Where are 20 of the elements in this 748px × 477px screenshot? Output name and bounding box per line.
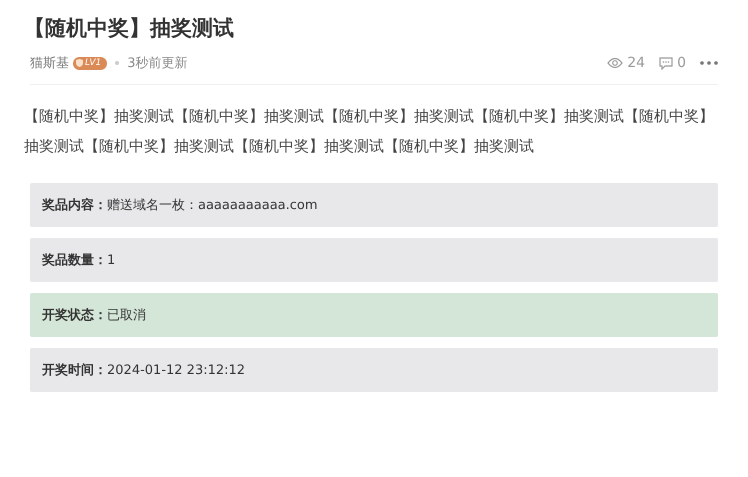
info-label: 开奖状态： xyxy=(42,308,107,323)
info-value: 1 xyxy=(107,253,116,268)
separator-dot xyxy=(115,61,120,65)
post-title: 【随机中奖】抽奖测试 xyxy=(24,15,235,42)
level-badge: LV1 xyxy=(73,56,108,70)
info-label: 奖品数量： xyxy=(42,253,107,268)
info-value: 赠送域名一枚：aaaaaaaaaaa.com xyxy=(107,198,318,213)
comments-count[interactable]: 0 xyxy=(659,55,686,71)
eye-icon xyxy=(607,57,624,69)
views-count: 24 xyxy=(607,55,646,71)
info-label: 奖品内容： xyxy=(42,198,107,213)
post-body: 【随机中奖】抽奖测试【随机中奖】抽奖测试【随机中奖】抽奖测试【随机中奖】抽奖测试【随机中奖】抽奖测试【随机中奖】抽奖测试【随机中奖】抽奖测试【随机中奖】抽奖测试 xyxy=(24,106,715,157)
info-label: 开奖时间： xyxy=(42,363,107,378)
update-time: 3秒前更新 xyxy=(127,55,188,72)
shield-icon xyxy=(76,59,83,67)
info-value: 已取消 xyxy=(107,308,146,323)
author-name[interactable]: 猫斯基 xyxy=(30,54,69,72)
more-icon[interactable] xyxy=(700,61,718,65)
info-value: 2024-01-12 23:12:12 xyxy=(107,363,246,378)
comment-icon xyxy=(659,56,674,70)
